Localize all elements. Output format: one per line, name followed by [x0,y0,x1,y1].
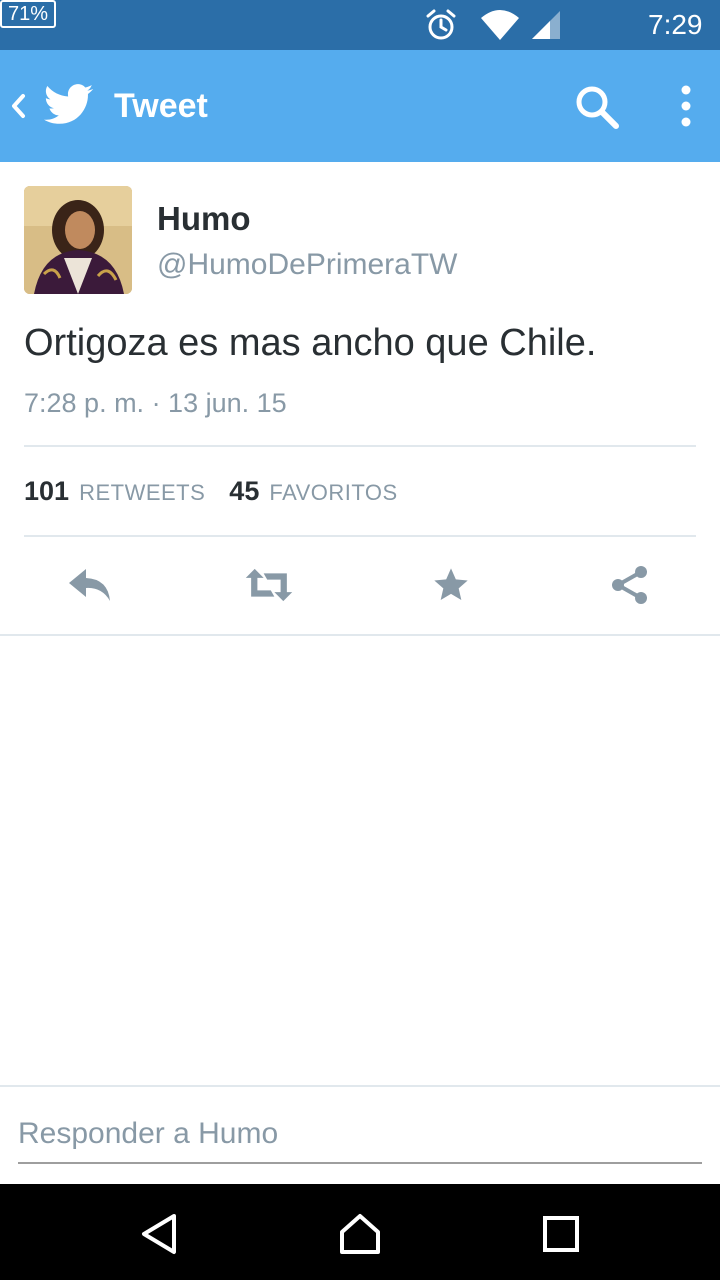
favorites-label[interactable]: FAVORITOS [269,480,397,506]
app-bar: Tweet [0,50,720,162]
favorite-star-icon[interactable] [426,562,476,608]
retweets-count[interactable]: 101 [24,476,69,507]
status-bar: 71% 7:29 [0,0,720,50]
avatar[interactable] [24,186,132,294]
twitter-bird-icon[interactable] [44,83,94,127]
divider [24,445,696,447]
author-name[interactable]: Humo [157,200,251,238]
tweet-text: Ortigoza es mas ancho que Chile. [24,322,597,364]
nav-back-icon[interactable] [138,1212,182,1256]
page-title: Tweet [114,87,208,125]
tweet-timestamp: 7:28 p. m. · 13 jun. 15 [24,388,287,418]
back-chevron-icon[interactable] [10,86,30,126]
navigation-bar [0,1184,720,1280]
nav-recents-icon[interactable] [539,1212,583,1256]
battery-level: 71% [7,3,49,25]
author-handle[interactable]: @HumoDePrimeraTW [157,248,457,282]
retweet-icon[interactable] [244,562,294,608]
search-icon[interactable] [574,84,620,130]
nav-home-icon[interactable] [338,1212,382,1256]
share-icon[interactable] [605,562,655,608]
favorites-count[interactable]: 45 [229,476,259,507]
alarm-icon [424,0,462,50]
signal-icon [530,0,564,50]
status-time: 7:29 [648,9,703,40]
overflow-menu-icon[interactable] [674,82,698,130]
wifi-icon [479,0,523,50]
retweets-label[interactable]: RETWEETS [79,480,205,506]
divider [24,535,696,537]
reply-input[interactable] [18,1106,702,1164]
divider [0,634,720,636]
battery-icon: 71% [0,0,56,28]
tweet-stats: 101 RETWEETS 45 FAVORITOS [24,476,422,512]
reply-icon[interactable] [65,562,115,608]
